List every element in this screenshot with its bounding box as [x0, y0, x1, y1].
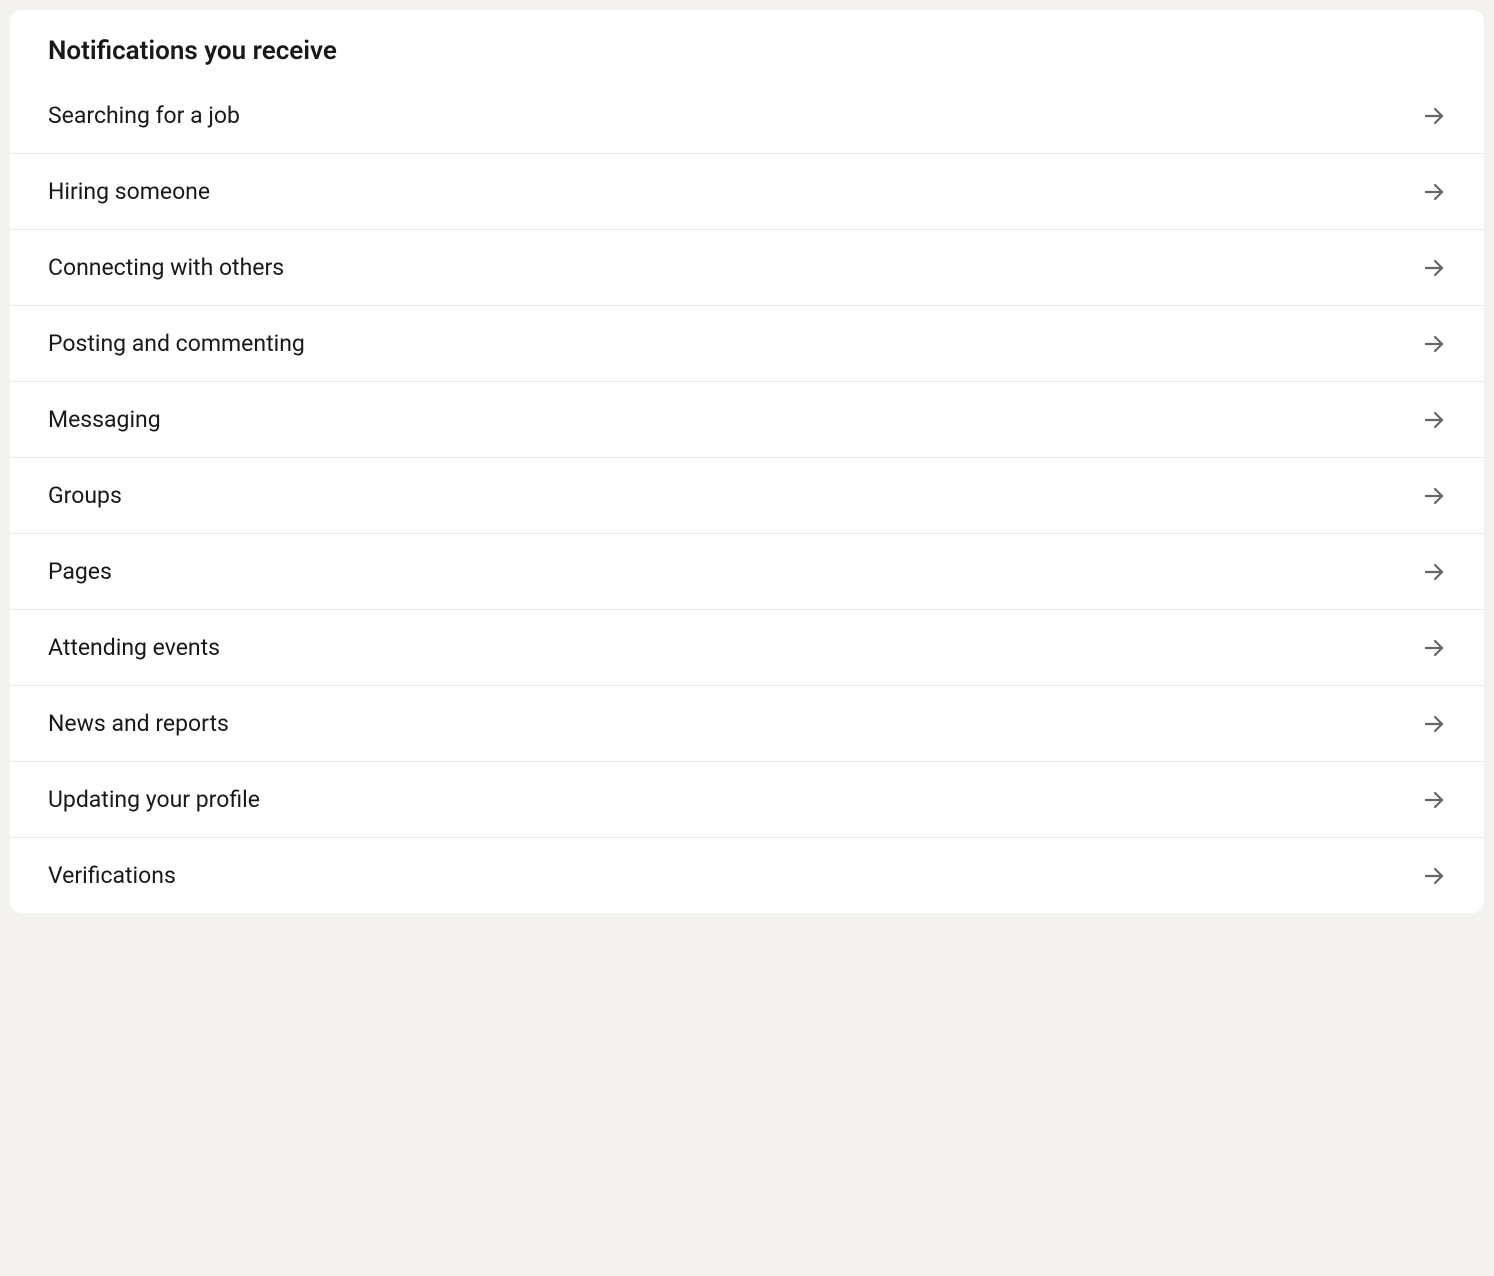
settings-item-label: Groups [48, 482, 122, 509]
settings-item-searching-for-a-job[interactable]: Searching for a job [10, 92, 1484, 153]
settings-item-updating-your-profile[interactable]: Updating your profile [10, 761, 1484, 837]
settings-item-connecting-with-others[interactable]: Connecting with others [10, 229, 1484, 305]
settings-item-messaging[interactable]: Messaging [10, 381, 1484, 457]
settings-item-label: Messaging [48, 406, 161, 433]
settings-item-posting-and-commenting[interactable]: Posting and commenting [10, 305, 1484, 381]
settings-item-label: Connecting with others [48, 254, 284, 281]
arrow-right-icon [1422, 332, 1446, 356]
settings-list: Searching for a job Hiring someone Connect… [10, 92, 1484, 913]
arrow-right-icon [1422, 864, 1446, 888]
arrow-right-icon [1422, 256, 1446, 280]
arrow-right-icon [1422, 180, 1446, 204]
page-title: Notifications you receive [10, 10, 1484, 92]
settings-item-pages[interactable]: Pages [10, 533, 1484, 609]
settings-item-news-and-reports[interactable]: News and reports [10, 685, 1484, 761]
settings-item-label: News and reports [48, 710, 229, 737]
settings-item-attending-events[interactable]: Attending events [10, 609, 1484, 685]
settings-item-label: Hiring someone [48, 178, 210, 205]
arrow-right-icon [1422, 712, 1446, 736]
settings-item-label: Pages [48, 558, 112, 585]
settings-item-label: Searching for a job [48, 102, 240, 129]
settings-item-label: Verifications [48, 862, 176, 889]
arrow-right-icon [1422, 104, 1446, 128]
arrow-right-icon [1422, 560, 1446, 584]
settings-item-label: Posting and commenting [48, 330, 305, 357]
notifications-settings-card: Notifications you receive Searching for … [10, 10, 1484, 913]
settings-item-verifications[interactable]: Verifications [10, 837, 1484, 913]
settings-item-label: Updating your profile [48, 786, 260, 813]
settings-item-label: Attending events [48, 634, 220, 661]
arrow-right-icon [1422, 788, 1446, 812]
arrow-right-icon [1422, 484, 1446, 508]
settings-item-hiring-someone[interactable]: Hiring someone [10, 153, 1484, 229]
settings-item-groups[interactable]: Groups [10, 457, 1484, 533]
arrow-right-icon [1422, 408, 1446, 432]
arrow-right-icon [1422, 636, 1446, 660]
